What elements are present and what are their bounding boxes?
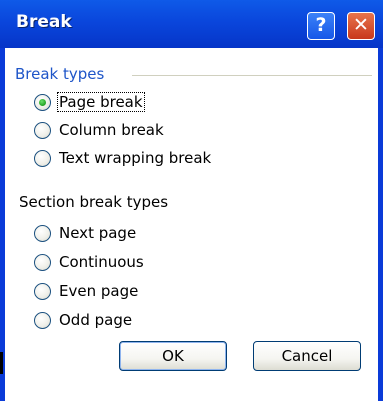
- radio-icon[interactable]: [34, 282, 51, 300]
- radio-label: Even page: [59, 282, 139, 300]
- radio-icon[interactable]: [34, 253, 51, 271]
- radio-even-page[interactable]: Even page: [34, 280, 139, 302]
- radio-page-break[interactable]: Page break: [34, 91, 145, 113]
- radio-continuous[interactable]: Continuous: [34, 251, 145, 273]
- radio-next-page[interactable]: Next page: [34, 222, 137, 244]
- break-dialog: Break ? ✕ Break types Page break Column …: [0, 0, 383, 401]
- radio-label: Page break: [57, 92, 145, 112]
- radio-text-wrapping-break[interactable]: Text wrapping break: [34, 147, 212, 169]
- cancel-button[interactable]: Cancel: [253, 341, 361, 371]
- break-types-label: Break types: [15, 65, 105, 83]
- close-icon: ✕: [353, 14, 369, 36]
- ok-button[interactable]: OK: [119, 341, 227, 371]
- radio-label: Continuous: [59, 253, 144, 271]
- dialog-body: Break types Page break Column break Text…: [5, 48, 378, 401]
- help-icon: ?: [315, 14, 327, 36]
- title-bar[interactable]: Break ? ✕: [0, 0, 383, 48]
- radio-selected-icon[interactable]: [34, 93, 51, 111]
- dialog-title: Break: [16, 12, 72, 32]
- radio-icon[interactable]: [34, 224, 51, 242]
- radio-column-break[interactable]: Column break: [34, 119, 165, 141]
- window-edge-mark: [0, 352, 3, 374]
- radio-icon[interactable]: [34, 311, 51, 329]
- close-button[interactable]: ✕: [347, 12, 375, 40]
- radio-icon[interactable]: [34, 121, 51, 139]
- section-break-types-label: Section break types: [19, 193, 169, 211]
- radio-odd-page[interactable]: Odd page: [34, 309, 133, 331]
- group-divider: [132, 75, 372, 76]
- radio-label: Next page: [59, 224, 137, 242]
- radio-label: Odd page: [59, 311, 133, 329]
- help-button[interactable]: ?: [307, 12, 335, 40]
- radio-icon[interactable]: [34, 149, 51, 167]
- radio-label: Text wrapping break: [59, 149, 212, 167]
- radio-dot-icon: [39, 98, 46, 106]
- radio-label: Column break: [59, 121, 164, 139]
